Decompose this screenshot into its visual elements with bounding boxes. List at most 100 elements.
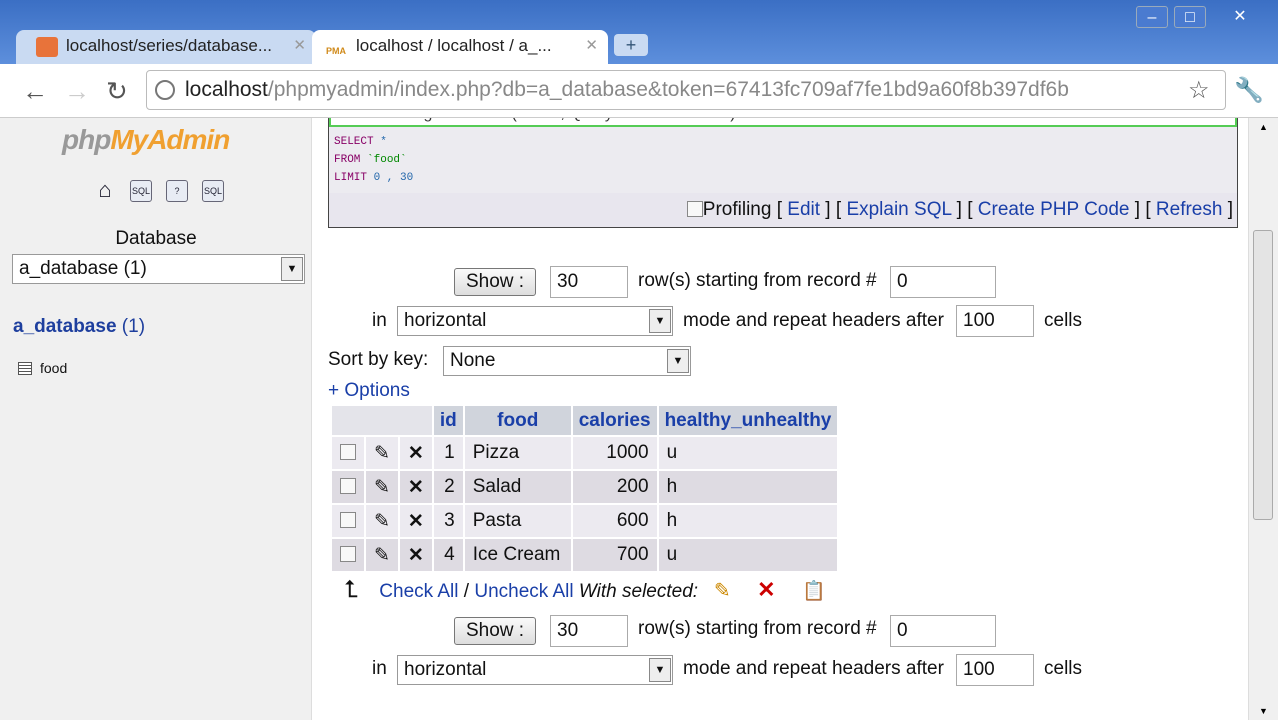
maximize-button[interactable]: □ <box>1174 6 1206 28</box>
cell-calories: 1000 <box>572 437 657 469</box>
chevron-down-icon: ▼ <box>649 309 671 333</box>
sql-query-box: Showing rows 0 - 3 (4 total, Query took … <box>328 118 1238 228</box>
cell-food: Pasta <box>464 505 571 537</box>
edit-row-icon[interactable]: ✎ <box>366 471 398 503</box>
sql-icon[interactable]: SQL <box>130 180 152 202</box>
chevron-down-icon: ▼ <box>667 349 689 373</box>
export-selected-icon[interactable]: 📋 <box>802 581 826 602</box>
phpmyadmin-logo[interactable]: phpMyAdmin <box>62 124 230 156</box>
mode-select[interactable]: horizontal ▼ <box>397 306 673 336</box>
main-content: Showing rows 0 - 3 (4 total, Query took … <box>312 118 1248 720</box>
sort-label: Sort by key: <box>328 349 429 370</box>
sql-query: SELECT * FROM `food` LIMIT 0 , 30 <box>329 127 1237 193</box>
uncheck-all-link[interactable]: Uncheck All <box>474 581 573 602</box>
new-tab-button[interactable]: + <box>614 34 648 56</box>
table-row: ✎ ✕ 4 Ice Cream 700 u <box>332 539 838 571</box>
profiling-checkbox[interactable] <box>686 201 703 217</box>
show-button[interactable]: Show : <box>454 268 536 296</box>
close-tab-icon[interactable]: ✕ <box>293 30 306 62</box>
cell-healthy-unhealthy: u <box>658 437 838 469</box>
table-link-food[interactable]: food <box>18 360 67 376</box>
cells-label-bottom: cells <box>1044 658 1083 679</box>
cell-id: 1 <box>433 437 463 469</box>
database-link[interactable]: a_database (1) <box>13 316 145 338</box>
options-link[interactable]: + Options <box>328 380 410 402</box>
database-label: Database <box>115 228 197 249</box>
cell-calories: 600 <box>572 505 657 537</box>
help-icon[interactable]: ? <box>166 180 188 202</box>
mode-select-bottom[interactable]: horizontal ▼ <box>397 655 673 685</box>
browser-toolbar: ← → ↻ localhost/phpmyadmin/index.php?db=… <box>0 64 1278 118</box>
query-actions: Profiling [ Edit ] [ Explain SQL ] [ Cre… <box>686 199 1233 221</box>
with-selected-label: With selected: <box>578 581 699 602</box>
vertical-scrollbar[interactable]: ▲ ▼ <box>1248 118 1278 720</box>
delete-selected-icon[interactable]: ✕ <box>757 577 775 602</box>
refresh-link[interactable]: Refresh <box>1156 199 1223 220</box>
database-select[interactable]: a_database (1) ▼ <box>12 254 305 284</box>
url-path: /phpmyadmin/index.php?db=a_database&toke… <box>267 78 1069 101</box>
table-row: ✎ ✕ 3 Pasta 600 h <box>332 505 838 537</box>
delete-row-icon[interactable]: ✕ <box>399 539 432 571</box>
start-record-input[interactable]: 0 <box>890 266 996 298</box>
cell-id: 2 <box>433 471 463 503</box>
row-checkbox[interactable] <box>332 505 364 537</box>
show-button-bottom[interactable]: Show : <box>454 617 536 645</box>
close-window-button[interactable]: ✕ <box>1224 6 1256 28</box>
in-label: in <box>372 310 387 331</box>
tab-title: localhost / localhost / a_... <box>356 36 552 55</box>
cell-healthy-unhealthy: h <box>658 505 838 537</box>
scroll-up-icon[interactable]: ▲ <box>1259 122 1268 132</box>
back-icon[interactable]: ← <box>22 76 48 107</box>
row-checkbox[interactable] <box>332 471 364 503</box>
tab-title: localhost/series/database... <box>66 36 273 55</box>
explain-sql-link[interactable]: Explain SQL <box>846 199 951 220</box>
minimize-button[interactable]: – <box>1136 6 1168 28</box>
row-checkbox[interactable] <box>332 539 364 571</box>
reload-icon[interactable]: ↻ <box>106 76 128 107</box>
scrollbar-thumb[interactable] <box>1253 230 1273 520</box>
results-table: id food calories healthy_unhealthy ✎ ✕ 1… <box>330 404 839 573</box>
delete-row-icon[interactable]: ✕ <box>399 471 432 503</box>
tab-series-database[interactable]: localhost/series/database... ✕ <box>16 30 316 64</box>
check-all-link[interactable]: Check All <box>379 581 458 602</box>
cells-label: cells <box>1044 310 1083 331</box>
column-header-healthy-unhealthy[interactable]: healthy_unhealthy <box>658 406 838 435</box>
rows-input-bottom[interactable]: 30 <box>550 615 628 647</box>
repeat-headers-input[interactable]: 100 <box>956 305 1034 337</box>
create-php-code-link[interactable]: Create PHP Code <box>978 199 1130 220</box>
profiling-label: Profiling <box>702 199 772 220</box>
arrow-up-left-icon: ⮤ <box>344 576 359 603</box>
repeat-headers-input-bottom[interactable]: 100 <box>956 654 1034 686</box>
forward-icon[interactable]: → <box>64 76 90 107</box>
url-host: localhost <box>185 78 268 101</box>
success-notice: Showing rows 0 - 3 (4 total, Query took … <box>329 118 1237 127</box>
wrench-icon[interactable]: 🔧 <box>1234 76 1264 105</box>
edit-row-icon[interactable]: ✎ <box>366 437 398 469</box>
edit-row-icon[interactable]: ✎ <box>366 505 398 537</box>
column-header-food[interactable]: food <box>464 406 571 435</box>
scroll-down-icon[interactable]: ▼ <box>1259 706 1268 716</box>
edit-row-icon[interactable]: ✎ <box>366 539 398 571</box>
edit-link[interactable]: Edit <box>787 199 820 220</box>
in-label-bottom: in <box>372 658 387 679</box>
bookmark-star-icon[interactable]: ☆ <box>1188 76 1210 105</box>
delete-row-icon[interactable]: ✕ <box>399 505 432 537</box>
column-header-id[interactable]: id <box>433 406 463 435</box>
cell-calories: 700 <box>572 539 657 571</box>
rows-input[interactable]: 30 <box>550 266 628 298</box>
tab-phpmyadmin[interactable]: PMA localhost / localhost / a_... ✕ <box>312 30 608 64</box>
edit-selected-icon[interactable]: ✎ <box>714 580 731 602</box>
sql-docs-icon[interactable]: SQL <box>202 180 224 202</box>
row-checkbox[interactable] <box>332 437 364 469</box>
cell-id: 4 <box>433 539 463 571</box>
address-bar[interactable]: localhost/phpmyadmin/index.php?db=a_data… <box>146 70 1226 110</box>
start-record-input-bottom[interactable]: 0 <box>890 615 996 647</box>
sort-select[interactable]: None ▼ <box>443 346 691 376</box>
column-header-calories[interactable]: calories <box>572 406 657 435</box>
close-tab-icon[interactable]: ✕ <box>585 30 598 62</box>
chevron-down-icon: ▼ <box>649 658 671 682</box>
table-row: ✎ ✕ 1 Pizza 1000 u <box>332 437 838 469</box>
cell-food: Pizza <box>464 437 571 469</box>
delete-row-icon[interactable]: ✕ <box>399 437 432 469</box>
home-icon[interactable]: ⌂ <box>94 179 116 202</box>
